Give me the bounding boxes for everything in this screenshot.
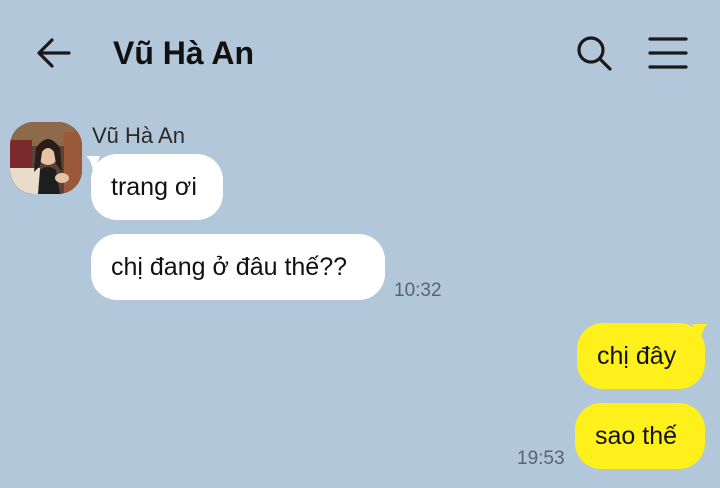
outgoing-message-2[interactable]: sao thế — [575, 403, 705, 469]
outgoing-message-1[interactable]: chị đây — [577, 323, 705, 389]
menu-button[interactable] — [647, 33, 689, 73]
back-button[interactable] — [34, 33, 74, 73]
avatar-photo-icon — [10, 122, 82, 194]
incoming-message-2[interactable]: chị đang ở đâu thế?? — [91, 234, 385, 300]
incoming-timestamp: 10:32 — [394, 280, 442, 301]
incoming-message-1[interactable]: trang ơi — [91, 154, 223, 220]
chat-header: Vũ Hà An — [0, 0, 720, 105]
chat-title: Vũ Hà An — [113, 35, 255, 71]
sender-name: Vũ Hà An — [92, 123, 185, 148]
search-button[interactable] — [574, 33, 614, 73]
arrow-left-icon — [37, 38, 71, 68]
search-icon — [577, 36, 612, 71]
sender-avatar[interactable] — [10, 122, 82, 194]
menu-icon — [648, 37, 688, 69]
outgoing-timestamp: 19:53 — [517, 448, 565, 469]
